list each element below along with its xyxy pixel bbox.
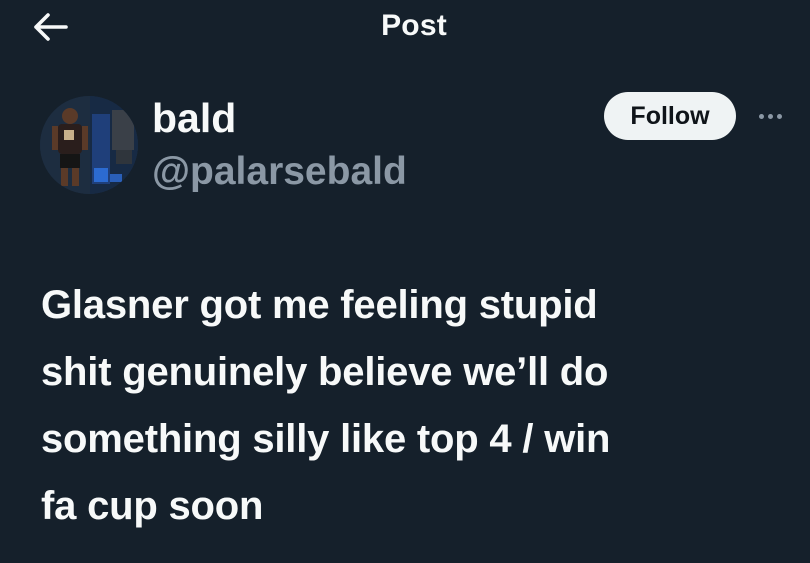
user-avatar-photo [40,96,138,194]
more-horizontal-icon [758,113,764,119]
author-handle[interactable]: @palarsebald [152,150,407,194]
more-horizontal-icon [767,113,773,119]
author-display-name[interactable]: bald [152,96,236,140]
follow-button[interactable]: Follow [604,92,736,140]
page-title: Post [381,9,447,42]
top-bar: Post [0,0,810,56]
avatar[interactable] [40,96,138,194]
more-options-button[interactable] [752,108,788,124]
more-horizontal-icon [776,113,782,119]
post-text: Glasner got me feeling stupid shit genui… [41,283,611,528]
